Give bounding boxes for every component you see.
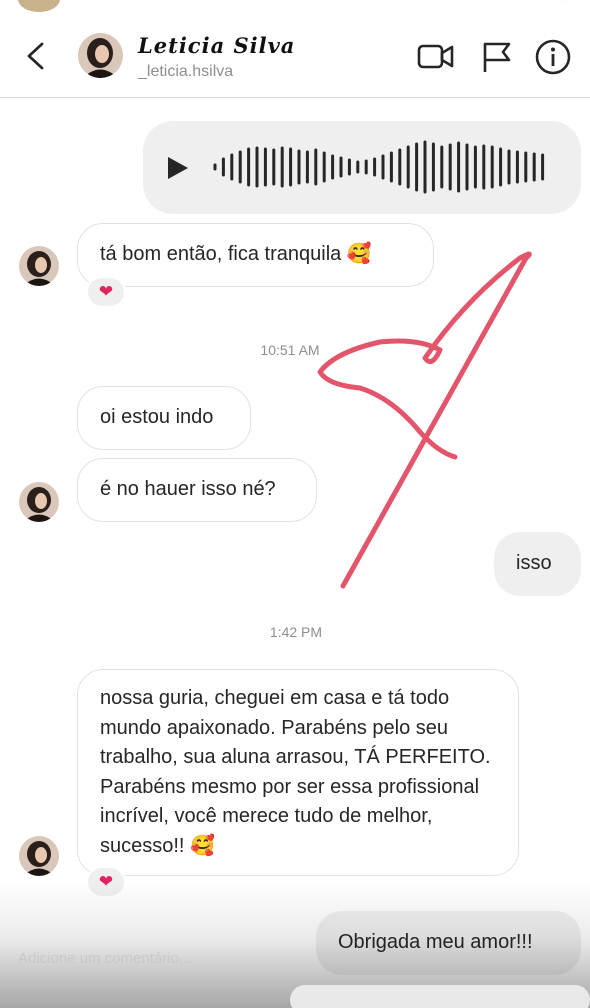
back-icon[interactable] <box>18 36 54 76</box>
flag-icon[interactable] <box>478 38 518 76</box>
reply-bubble-partial <box>290 985 590 1008</box>
voice-message[interactable] <box>143 121 581 214</box>
heart-icon: ❤ <box>98 282 114 301</box>
play-icon <box>168 157 188 179</box>
header-avatar[interactable] <box>78 33 123 78</box>
sender-avatar[interactable] <box>19 836 59 876</box>
message-text: é no hauer isso né? <box>100 478 276 500</box>
sender-avatar[interactable] <box>19 482 59 522</box>
video-camera-icon[interactable] <box>416 38 456 76</box>
profile-photo <box>78 33 123 78</box>
message-text: nossa guria, cheguei em casa e tá todo m… <box>100 687 491 857</box>
sent-message[interactable]: Obrigada meu amor!!! <box>316 911 581 975</box>
sent-message[interactable]: isso <box>494 532 581 596</box>
story-avatar <box>18 0 60 12</box>
received-message[interactable]: é no hauer isso né? <box>77 458 317 522</box>
close-icon[interactable] <box>548 0 578 10</box>
message-thread[interactable]: tá bom então, fica tranquila 🥰 ❤ 10:51 A… <box>0 99 590 1008</box>
heart-icon: ❤ <box>98 872 114 891</box>
chat-header: Leticia Silva _leticia.hsilva <box>0 0 590 98</box>
received-message[interactable]: nossa guria, cheguei em casa e tá todo m… <box>77 669 519 876</box>
received-message[interactable]: oi estou indo <box>77 386 251 450</box>
info-icon[interactable] <box>533 38 573 76</box>
voice-waveform <box>168 140 545 194</box>
timestamp: 10:51 AM <box>260 342 320 358</box>
contact-name[interactable]: Leticia Silva <box>138 33 295 58</box>
message-text: isso <box>516 552 552 574</box>
sender-avatar[interactable] <box>19 246 59 286</box>
timestamp: 1:42 PM <box>269 624 323 640</box>
contact-username: _leticia.hsilva <box>138 63 234 80</box>
heart-reaction[interactable]: ❤ <box>86 276 126 308</box>
comment-input[interactable]: Adicione um comentário... <box>18 950 191 967</box>
message-text: Obrigada meu amor!!! <box>338 931 533 953</box>
message-text: tá bom então, fica tranquila 🥰 <box>100 243 372 265</box>
message-text: oi estou indo <box>100 406 214 428</box>
heart-reaction[interactable]: ❤ <box>86 866 126 898</box>
received-message[interactable]: tá bom então, fica tranquila 🥰 <box>77 223 434 287</box>
